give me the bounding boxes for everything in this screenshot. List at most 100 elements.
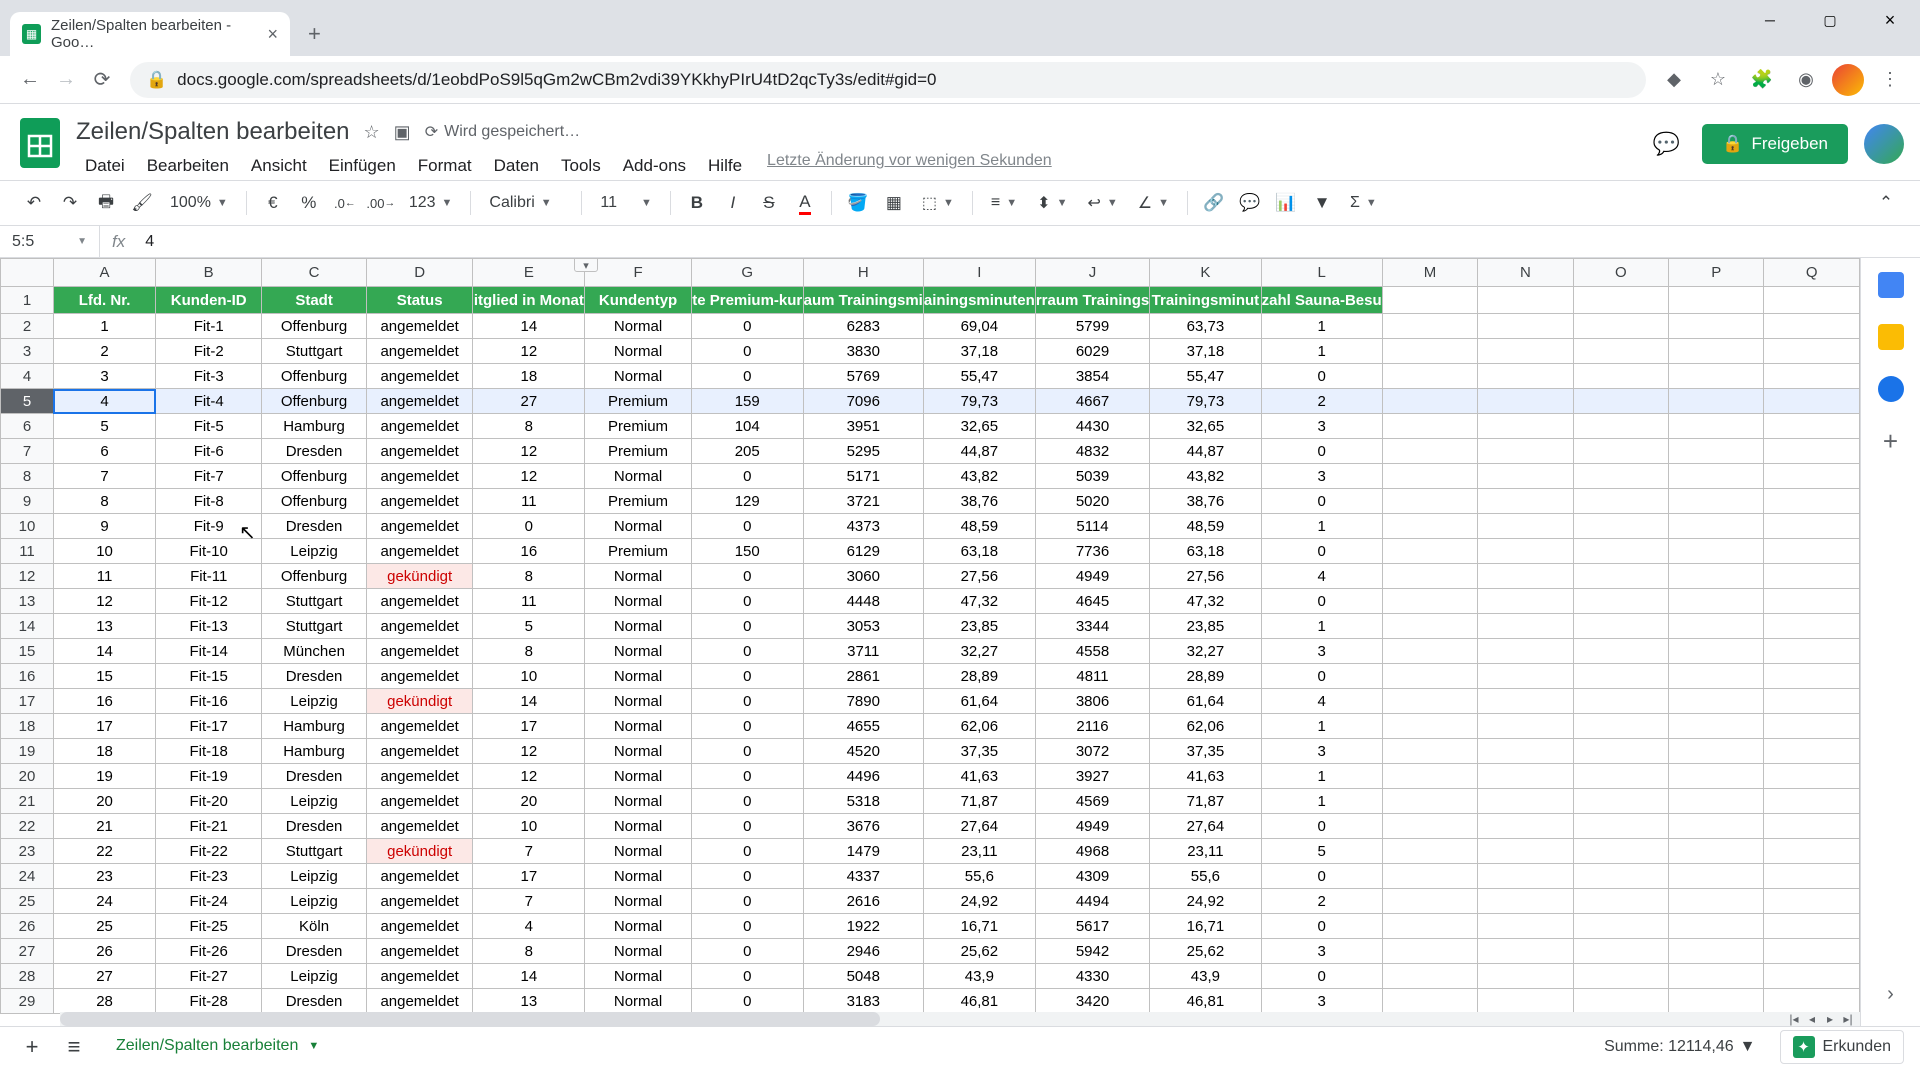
cell[interactable]: 4448 bbox=[803, 589, 923, 614]
cell[interactable] bbox=[1669, 614, 1764, 639]
cell[interactable]: Normal bbox=[585, 339, 692, 364]
tasks-addon-icon[interactable] bbox=[1878, 376, 1904, 402]
cell[interactable] bbox=[1669, 389, 1764, 414]
cell[interactable] bbox=[1478, 914, 1573, 939]
cell[interactable]: 55,6 bbox=[1150, 864, 1261, 889]
cell[interactable]: 3 bbox=[1261, 639, 1382, 664]
cell[interactable]: 10 bbox=[473, 814, 585, 839]
cell[interactable]: Normal bbox=[585, 864, 692, 889]
cell[interactable] bbox=[1669, 814, 1764, 839]
keep-addon-icon[interactable] bbox=[1878, 324, 1904, 350]
row-header[interactable]: 4 bbox=[1, 364, 54, 389]
cell[interactable]: Hamburg bbox=[262, 414, 367, 439]
cell[interactable]: Premium bbox=[585, 539, 692, 564]
cell[interactable]: angemeldet bbox=[366, 989, 473, 1014]
cell[interactable]: 4520 bbox=[803, 739, 923, 764]
cell[interactable]: Dresden bbox=[262, 664, 367, 689]
cell[interactable] bbox=[1764, 464, 1860, 489]
cell[interactable] bbox=[1573, 514, 1669, 539]
cell[interactable]: 0 bbox=[691, 814, 803, 839]
row-header[interactable]: 3 bbox=[1, 339, 54, 364]
cell[interactable]: Normal bbox=[585, 464, 692, 489]
row-header[interactable]: 1 bbox=[1, 287, 54, 314]
cell[interactable]: 104 bbox=[691, 414, 803, 439]
cell[interactable]: 32,65 bbox=[923, 414, 1035, 439]
cell[interactable] bbox=[1764, 739, 1860, 764]
cell[interactable] bbox=[1382, 739, 1478, 764]
cell[interactable]: 62,06 bbox=[923, 714, 1035, 739]
sheet-tab-menu-icon[interactable]: ▼ bbox=[308, 1040, 319, 1052]
cell[interactable]: 129 bbox=[691, 489, 803, 514]
row-header[interactable]: 21 bbox=[1, 789, 54, 814]
cell[interactable]: 17 bbox=[53, 714, 155, 739]
cell[interactable]: 0 bbox=[691, 464, 803, 489]
cell[interactable] bbox=[1764, 489, 1860, 514]
cell[interactable]: 27,56 bbox=[1150, 564, 1261, 589]
cell[interactable] bbox=[1573, 489, 1669, 514]
cell[interactable]: Premium bbox=[585, 439, 692, 464]
cell[interactable]: 0 bbox=[1261, 964, 1382, 989]
cell[interactable]: 24,92 bbox=[1150, 889, 1261, 914]
cell[interactable]: 2946 bbox=[803, 939, 923, 964]
new-tab-button[interactable]: + bbox=[290, 12, 339, 56]
cell[interactable]: 12 bbox=[473, 339, 585, 364]
column-header-N[interactable]: N bbox=[1478, 259, 1573, 287]
format-percent-button[interactable]: % bbox=[293, 187, 325, 219]
cell[interactable]: angemeldet bbox=[366, 714, 473, 739]
cell[interactable] bbox=[1764, 864, 1860, 889]
cell[interactable]: 0 bbox=[691, 889, 803, 914]
cell[interactable]: 0 bbox=[691, 664, 803, 689]
cell[interactable]: 44,87 bbox=[923, 439, 1035, 464]
cell[interactable] bbox=[1764, 589, 1860, 614]
cell[interactable]: Normal bbox=[585, 914, 692, 939]
move-document-icon[interactable]: ▣ bbox=[394, 122, 411, 143]
cell[interactable]: 18 bbox=[53, 739, 155, 764]
cell[interactable]: Fit-17 bbox=[156, 714, 262, 739]
cell[interactable] bbox=[1382, 589, 1478, 614]
cell[interactable]: 17 bbox=[473, 714, 585, 739]
cell[interactable]: 12 bbox=[473, 439, 585, 464]
cell[interactable]: 0 bbox=[691, 864, 803, 889]
cell[interactable]: 21 bbox=[53, 814, 155, 839]
cell[interactable] bbox=[1382, 814, 1478, 839]
cell[interactable] bbox=[1669, 739, 1764, 764]
cell[interactable]: Normal bbox=[585, 789, 692, 814]
cell[interactable]: 63,18 bbox=[923, 539, 1035, 564]
paint-format-button[interactable]: 🖌 bbox=[126, 187, 158, 219]
cell[interactable]: Fit-4 bbox=[156, 389, 262, 414]
cell[interactable]: 3676 bbox=[803, 814, 923, 839]
cell[interactable] bbox=[1478, 989, 1573, 1014]
row-header[interactable]: 28 bbox=[1, 964, 54, 989]
cell[interactable] bbox=[1764, 689, 1860, 714]
cell[interactable]: angemeldet bbox=[366, 964, 473, 989]
text-color-button[interactable]: A bbox=[789, 187, 821, 219]
cell[interactable] bbox=[1382, 539, 1478, 564]
menu-tools[interactable]: Tools bbox=[552, 152, 610, 180]
cell[interactable]: 0 bbox=[691, 714, 803, 739]
cell[interactable] bbox=[1573, 339, 1669, 364]
add-columns-tab[interactable]: ▾ bbox=[574, 258, 598, 272]
cell[interactable] bbox=[1573, 789, 1669, 814]
cell[interactable] bbox=[1669, 439, 1764, 464]
cell[interactable]: 7 bbox=[473, 839, 585, 864]
cell[interactable]: 0 bbox=[691, 339, 803, 364]
cell[interactable]: 0 bbox=[1261, 814, 1382, 839]
cell[interactable] bbox=[1478, 389, 1573, 414]
cell[interactable]: 0 bbox=[1261, 539, 1382, 564]
cell[interactable] bbox=[1478, 314, 1573, 339]
cell[interactable]: 63,73 bbox=[1150, 314, 1261, 339]
last-edit-link[interactable]: Letzte Änderung vor wenigen Sekunden bbox=[767, 152, 1052, 180]
cell[interactable]: 8 bbox=[473, 639, 585, 664]
functions-button[interactable]: Σ▼ bbox=[1342, 194, 1385, 212]
cell[interactable] bbox=[1669, 339, 1764, 364]
cell[interactable] bbox=[1382, 314, 1478, 339]
cell[interactable] bbox=[1764, 914, 1860, 939]
cell[interactable] bbox=[1669, 714, 1764, 739]
cell[interactable]: 0 bbox=[1261, 489, 1382, 514]
cell[interactable]: 1 bbox=[1261, 764, 1382, 789]
cell[interactable]: 5 bbox=[53, 414, 155, 439]
cell[interactable] bbox=[1573, 364, 1669, 389]
cell[interactable]: 3927 bbox=[1035, 764, 1149, 789]
cell[interactable]: 20 bbox=[473, 789, 585, 814]
row-header[interactable]: 14 bbox=[1, 614, 54, 639]
